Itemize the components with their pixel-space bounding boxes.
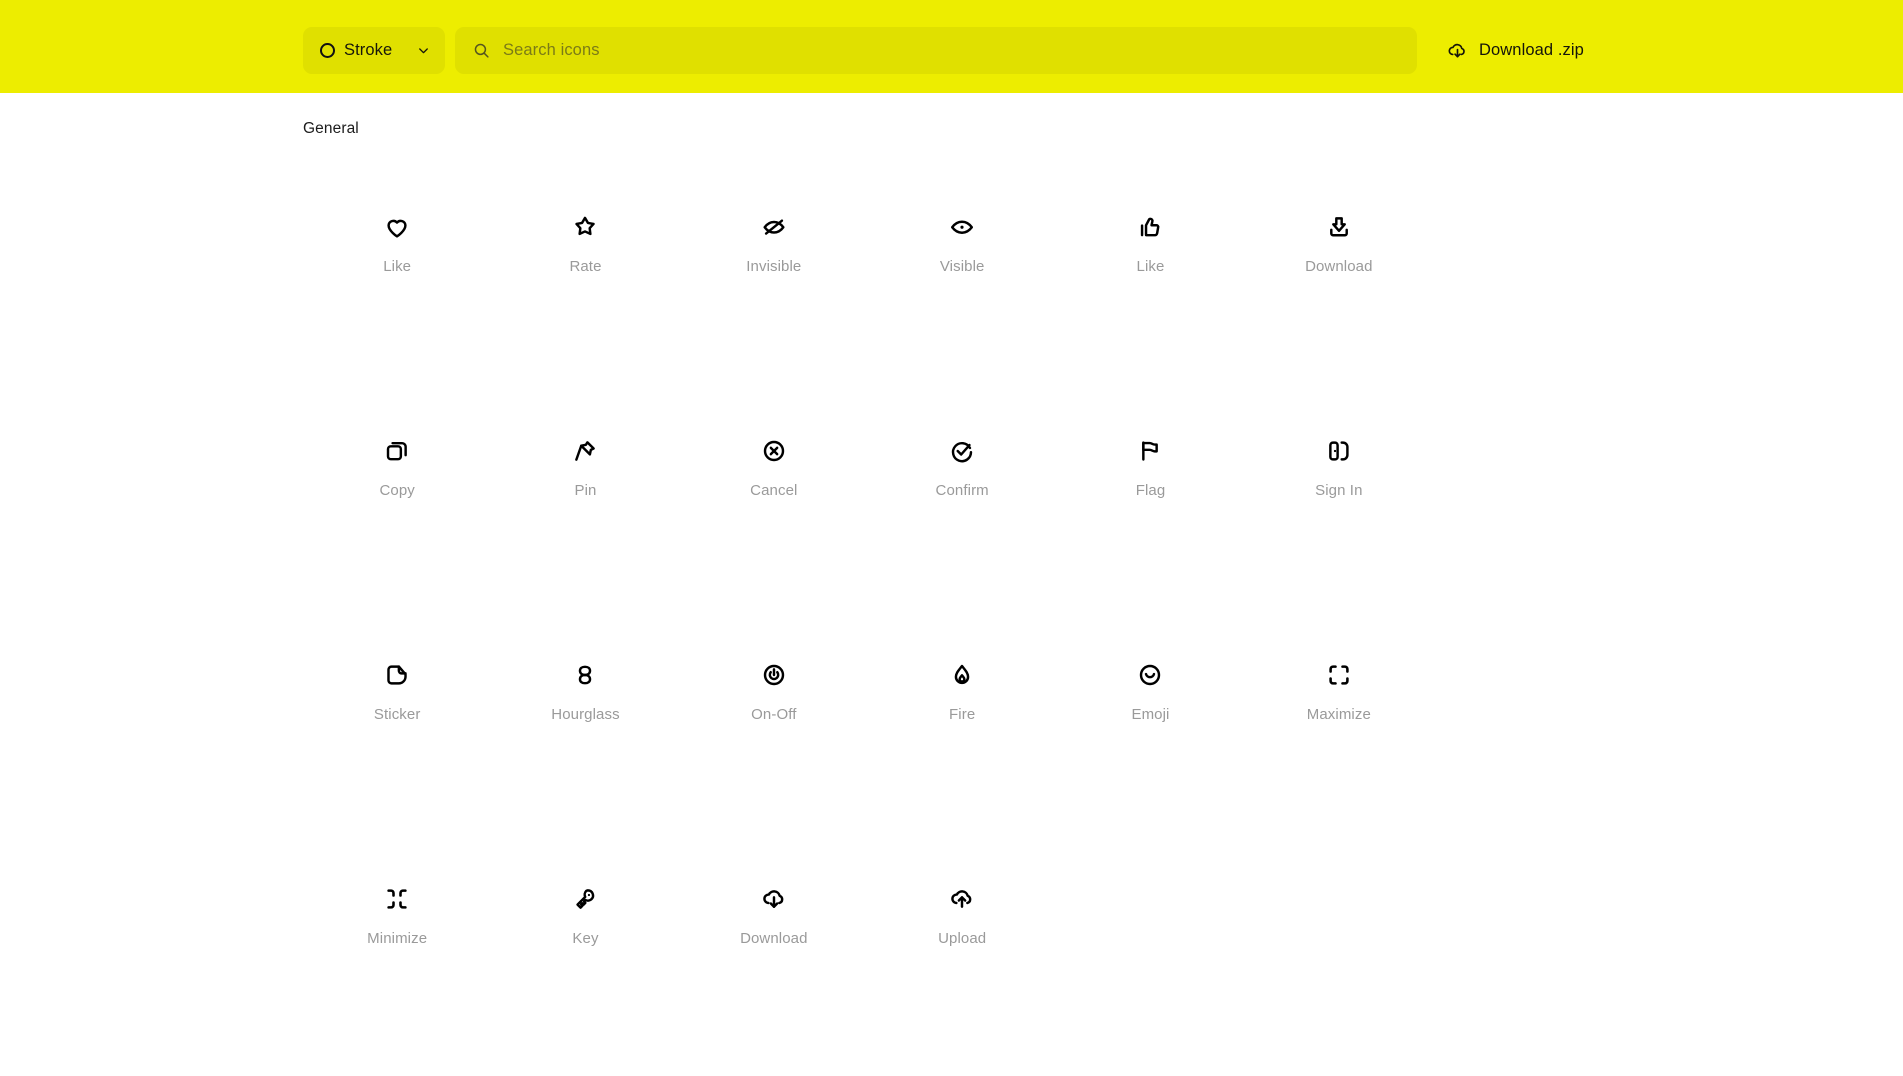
icon-label: Visible <box>939 258 985 275</box>
icon-cell-maximize[interactable]: Maximize <box>1245 628 1433 852</box>
icon-label: On-Off <box>751 706 797 723</box>
icon-label: Fire <box>949 706 976 723</box>
icon-cell-copy[interactable]: Copy <box>303 404 491 628</box>
pin-icon <box>568 434 602 468</box>
download-zip-button[interactable]: Download .zip <box>1447 27 1584 74</box>
icon-label: Sign In <box>1315 482 1363 499</box>
icon-grid: Like Rate Invisible Visible Like Downloa… <box>303 180 1433 1076</box>
icon-cell-visible[interactable]: Visible <box>868 180 1056 404</box>
eye-icon <box>945 210 979 244</box>
circle-outline-icon <box>320 43 335 58</box>
search-icon <box>473 42 490 59</box>
icon-cell-cancel[interactable]: Cancel <box>680 404 868 628</box>
flag-icon <box>1133 434 1167 468</box>
icon-label: Minimize <box>367 930 428 947</box>
icon-cell-confirm[interactable]: Confirm <box>868 404 1056 628</box>
icon-style-select-value: Stroke <box>344 41 393 59</box>
icon-label: Emoji <box>1131 706 1170 723</box>
icon-cell-emoji[interactable]: Emoji <box>1056 628 1244 852</box>
section-title: General <box>303 120 359 137</box>
icon-cell-like-heart[interactable]: Like <box>303 180 491 404</box>
key-icon <box>568 882 602 916</box>
icon-cell-pin[interactable]: Pin <box>491 404 679 628</box>
download-tray-icon <box>1322 210 1356 244</box>
icon-label: Confirm <box>935 482 989 499</box>
icon-cell-hourglass[interactable]: Hourglass <box>491 628 679 852</box>
icon-cell-flag[interactable]: Flag <box>1056 404 1244 628</box>
icon-label: Sticker <box>373 706 421 723</box>
icon-label: Upload <box>938 930 987 947</box>
icon-label: Pin <box>574 482 597 499</box>
thumbs-up-icon <box>1133 210 1167 244</box>
icon-cell-cloud-download[interactable]: Download <box>680 852 868 1076</box>
download-zip-label: Download .zip <box>1479 41 1584 59</box>
icon-label: Download <box>740 930 808 947</box>
icon-cell-invisible[interactable]: Invisible <box>680 180 868 404</box>
chevron-down-icon <box>416 43 431 58</box>
circle-check-icon <box>945 434 979 468</box>
icon-style-select[interactable]: Stroke <box>303 27 445 74</box>
icon-cell-like-thumb[interactable]: Like <box>1056 180 1244 404</box>
maximize-corners-icon <box>1322 658 1356 692</box>
icon-label: Invisible <box>746 258 802 275</box>
search-input[interactable] <box>503 27 1399 74</box>
icon-label: Download <box>1305 258 1373 275</box>
icon-cell-download-tray[interactable]: Download <box>1245 180 1433 404</box>
icon-cell-rate[interactable]: Rate <box>491 180 679 404</box>
minimize-corners-icon <box>380 882 414 916</box>
icon-cell-on-off[interactable]: On-Off <box>680 628 868 852</box>
icon-label: Hourglass <box>551 706 620 723</box>
icon-label: Flag <box>1135 482 1166 499</box>
icon-cell-key[interactable]: Key <box>491 852 679 1076</box>
icon-label: Cancel <box>750 482 798 499</box>
icon-cell-sticker[interactable]: Sticker <box>303 628 491 852</box>
circle-x-icon <box>757 434 791 468</box>
eye-off-icon <box>757 210 791 244</box>
search-field-wrapper[interactable] <box>455 27 1417 74</box>
sticker-page-icon <box>380 658 414 692</box>
star-icon <box>568 210 602 244</box>
sign-in-door-icon <box>1322 434 1356 468</box>
icon-label: Like <box>383 258 412 275</box>
icon-label: Maximize <box>1306 706 1371 723</box>
icon-label: Key <box>572 930 599 947</box>
icon-label: Like <box>1136 258 1165 275</box>
cloud-download-icon <box>757 882 791 916</box>
fire-flame-icon <box>945 658 979 692</box>
top-toolbar: Stroke Download .zip <box>0 0 1903 93</box>
emoji-smiley-icon <box>1133 658 1167 692</box>
icon-label: Rate <box>569 258 602 275</box>
copy-icon <box>380 434 414 468</box>
icon-cell-sign-in[interactable]: Sign In <box>1245 404 1433 628</box>
icon-cell-fire[interactable]: Fire <box>868 628 1056 852</box>
cloud-download-icon <box>1447 40 1468 61</box>
icon-cell-cloud-upload[interactable]: Upload <box>868 852 1056 1076</box>
hourglass-icon <box>568 658 602 692</box>
heart-icon <box>380 210 414 244</box>
cloud-upload-icon <box>945 882 979 916</box>
power-icon <box>757 658 791 692</box>
icon-cell-minimize[interactable]: Minimize <box>303 852 491 1076</box>
icon-label: Copy <box>379 482 415 499</box>
